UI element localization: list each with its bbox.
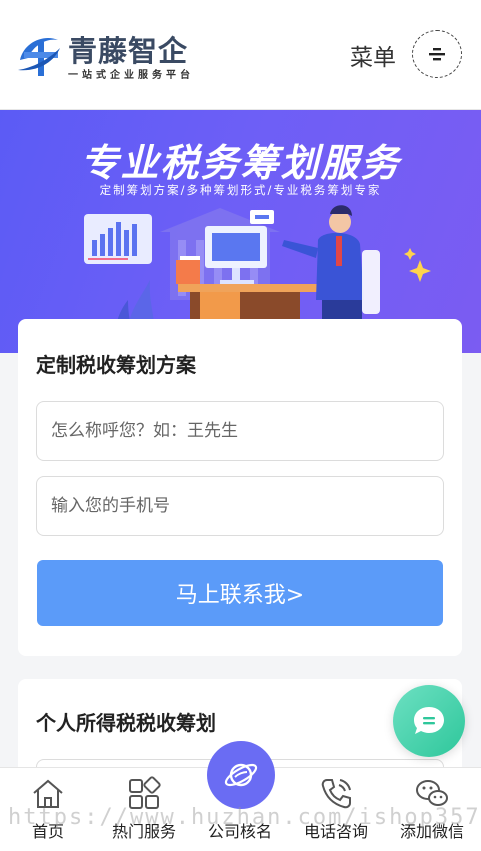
brand-slogan: 一站式企业服务平台 xyxy=(68,70,194,81)
contact-me-button[interactable]: 马上联系我> xyxy=(37,560,443,626)
phone-field[interactable] xyxy=(36,476,444,536)
menu-icon xyxy=(429,48,445,61)
menu-label[interactable]: 菜单 xyxy=(350,38,396,72)
phone-icon xyxy=(321,779,351,809)
nav-label-home: 首页 xyxy=(31,822,64,841)
section-title: 个人所得税税收筹划 xyxy=(36,711,216,735)
form-title: 定制税收筹划方案 xyxy=(36,353,196,377)
consult-form-card: 定制税收筹划方案 马上联系我> xyxy=(18,319,462,656)
header: 青藤智企 一站式企业服务平台 菜单 xyxy=(0,0,481,110)
chat-float-button[interactable] xyxy=(393,685,465,757)
wechat-icon xyxy=(416,780,448,806)
nav-item-wechat[interactable]: 添加微信 xyxy=(384,768,480,851)
nav-label-wechat: 添加微信 xyxy=(399,822,464,841)
nav-item-home[interactable]: 首页 xyxy=(0,768,96,851)
banner-title: 专业税务筹划服务 xyxy=(80,141,401,185)
nav-item-phone-consult[interactable]: 电话咨询 xyxy=(288,768,384,851)
name-field[interactable] xyxy=(36,401,444,461)
grid-icon xyxy=(129,776,161,809)
company-naming-center-button[interactable] xyxy=(207,741,275,809)
brand-name: 青藤智企 xyxy=(68,34,189,68)
nav-item-hot-services[interactable]: 热门服务 xyxy=(96,768,192,851)
chat-bubble-icon xyxy=(414,707,444,734)
menu-button[interactable] xyxy=(412,30,462,78)
name-input[interactable] xyxy=(37,402,443,460)
nav-label-company-naming: 公司核名 xyxy=(207,822,272,841)
planet-icon xyxy=(224,763,258,787)
nav-label-hot-services: 热门服务 xyxy=(111,822,176,841)
banner-subtitle: 定制筹划方案/多种筹划形式/专业税务筹划专家 xyxy=(99,183,382,197)
brand-logo[interactable]: 青藤智企 一站式企业服务平台 xyxy=(14,26,214,82)
home-icon xyxy=(33,779,63,808)
phone-input[interactable] xyxy=(37,477,443,535)
logo-mark-icon xyxy=(18,38,60,76)
hero-banner: 专业税务筹划服务 定制筹划方案/多种筹划形式/专业税务筹划专家 xyxy=(0,110,481,353)
nav-label-phone-consult: 电话咨询 xyxy=(303,822,368,841)
